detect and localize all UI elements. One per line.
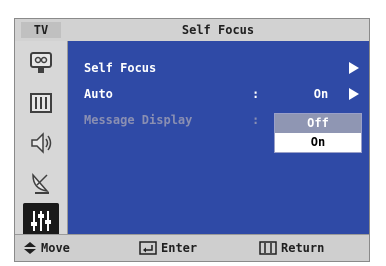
menu-item-self-focus[interactable]: Self Focus — [84, 59, 359, 77]
sound-icon[interactable] — [25, 127, 57, 159]
enter-icon — [139, 241, 157, 255]
page-title: Self Focus — [181, 23, 255, 37]
picture-icon[interactable] — [25, 47, 57, 79]
antenna-icon[interactable] — [25, 167, 57, 199]
arrow-right-icon — [349, 62, 359, 74]
menu-item-label: Self Focus — [84, 61, 157, 75]
return-label: Return — [281, 241, 325, 255]
menu-item-label: Auto — [84, 87, 113, 101]
up-down-arrows-icon — [24, 242, 36, 254]
menu-panel: Self Focus Auto : On Message Display : O… — [68, 41, 369, 237]
menu-item-value: On — [313, 87, 329, 101]
arrow-right-icon — [349, 88, 359, 100]
return-icon — [259, 241, 277, 255]
enter-label: Enter — [161, 241, 198, 255]
dropdown-option-off[interactable]: Off — [275, 114, 361, 133]
enter-hint: Enter — [139, 240, 197, 256]
help-bar: Move Enter Return — [15, 234, 369, 261]
move-label: Move — [41, 241, 70, 255]
channel-list-icon[interactable] — [25, 87, 57, 119]
separator-colon: : — [252, 87, 260, 101]
menu-item-auto[interactable]: Auto : On — [84, 85, 359, 103]
dropdown-option-on[interactable]: On — [275, 133, 361, 152]
osd-frame: TV Self Focus Self Focus Auto: On Messa… — [14, 18, 370, 262]
separator-colon: : — [252, 113, 260, 127]
return-hint: Return — [259, 240, 324, 256]
osd-header: TV Self Focus — [15, 19, 369, 42]
menu-item-label: Message Display — [84, 113, 193, 127]
category-sidebar — [15, 41, 68, 239]
move-hint: Move — [23, 240, 70, 256]
message-display-dropdown[interactable]: Off On — [274, 113, 362, 153]
source-label: TV — [21, 22, 61, 38]
